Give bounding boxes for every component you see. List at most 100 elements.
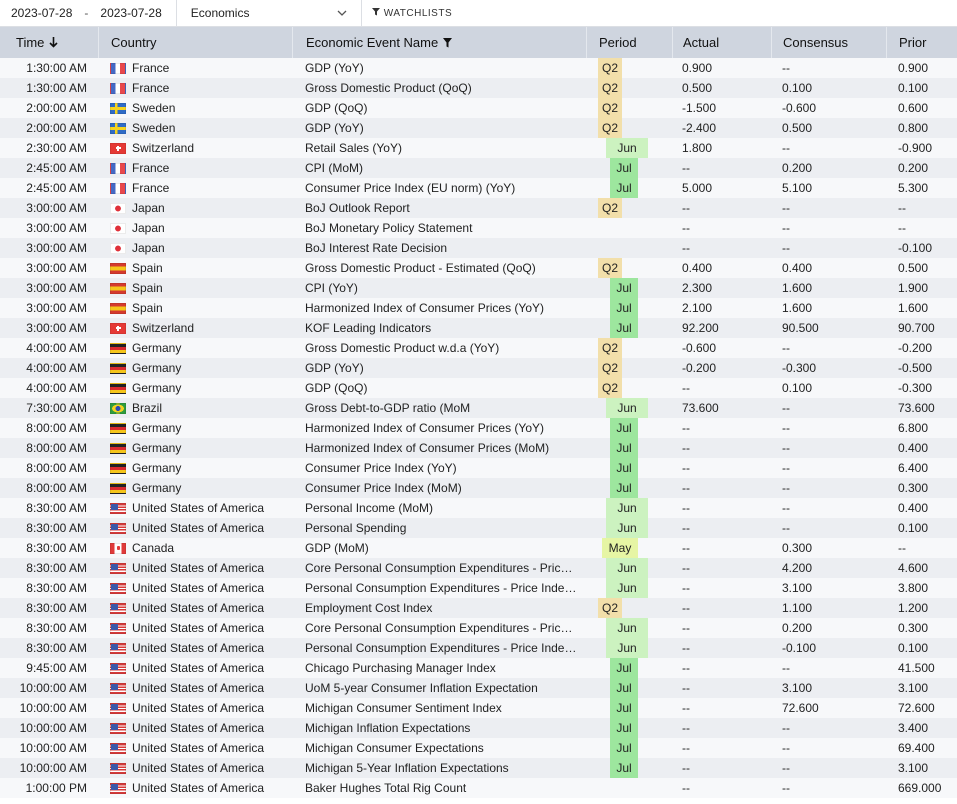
- table-row[interactable]: 3:00:00 AM Japan BoJ Monetary Policy State…: [0, 218, 957, 238]
- event-cell[interactable]: Michigan Inflation Expectations: [292, 718, 586, 738]
- table-row[interactable]: 8:00:00 AM Germany Consumer Price Index (Y…: [0, 458, 957, 478]
- table-row[interactable]: 9:45:00 AM United States of America Chicag…: [0, 658, 957, 678]
- time-cell: 3:00:00 AM: [0, 278, 98, 298]
- table-row[interactable]: 8:30:00 AM United States of America Person…: [0, 518, 957, 538]
- event-cell[interactable]: BoJ Interest Rate Decision: [292, 238, 586, 258]
- event-cell[interactable]: Chicago Purchasing Manager Index: [292, 658, 586, 678]
- event-cell[interactable]: Gross Domestic Product w.d.a (YoY): [292, 338, 586, 358]
- event-cell[interactable]: GDP (MoM): [292, 538, 586, 558]
- category-dropdown[interactable]: Economics: [177, 0, 361, 26]
- prior-cell: 0.600: [886, 98, 957, 118]
- table-row[interactable]: 1:30:00 AM France GDP (YoY) Q2 0.900 -- 0.900: [0, 58, 957, 78]
- table-row[interactable]: 8:30:00 AM United States of America Person…: [0, 498, 957, 518]
- event-cell[interactable]: UoM 5-year Consumer Inflation Expectatio…: [292, 678, 586, 698]
- consensus-value: 3.100: [782, 681, 813, 695]
- event-cell[interactable]: Harmonized Index of Consumer Prices (YoY…: [292, 418, 586, 438]
- filter-icon[interactable]: [443, 37, 453, 48]
- consensus-cell: --: [771, 438, 886, 458]
- event-cell[interactable]: GDP (YoY): [292, 58, 586, 78]
- prior-cell: 0.300: [886, 478, 957, 498]
- column-header-prior[interactable]: Prior: [886, 27, 957, 58]
- period-cell: [586, 778, 672, 798]
- event-cell[interactable]: Baker Hughes Total Rig Count: [292, 778, 586, 798]
- table-row[interactable]: 3:00:00 AM Spain Harmonized Index of Consu…: [0, 298, 957, 318]
- consensus-cell: 4.200: [771, 558, 886, 578]
- table-row[interactable]: 2:45:00 AM France Consumer Price Index (EU…: [0, 178, 957, 198]
- column-header-actual[interactable]: Actual: [672, 27, 771, 58]
- consensus-value: --: [782, 721, 790, 735]
- table-row[interactable]: 1:30:00 AM France Gross Domestic Product (…: [0, 78, 957, 98]
- table-row[interactable]: 8:00:00 AM Germany Harmonized Index of Con…: [0, 418, 957, 438]
- event-cell[interactable]: Personal Consumption Expenditures - Pric…: [292, 578, 586, 598]
- table-row[interactable]: 3:00:00 AM Japan BoJ Interest Rate Decisio…: [0, 238, 957, 258]
- table-row[interactable]: 3:00:00 AM Spain Gross Domestic Product - …: [0, 258, 957, 278]
- table-row[interactable]: 8:30:00 AM United States of America Core P…: [0, 618, 957, 638]
- table-row[interactable]: 3:00:00 AM Switzerland KOF Leading Indicat…: [0, 318, 957, 338]
- event-cell[interactable]: Michigan Consumer Sentiment Index: [292, 698, 586, 718]
- date-from[interactable]: 2023-07-28: [0, 6, 72, 20]
- table-row[interactable]: 2:30:00 AM Switzerland Retail Sales (YoY) J…: [0, 138, 957, 158]
- table-row[interactable]: 8:00:00 AM Germany Consumer Price Index (M…: [0, 478, 957, 498]
- table-row[interactable]: 10:00:00 AM United States of America Michi…: [0, 718, 957, 738]
- event-cell[interactable]: BoJ Outlook Report: [292, 198, 586, 218]
- event-cell[interactable]: GDP (QoQ): [292, 98, 586, 118]
- event-cell[interactable]: CPI (YoY): [292, 278, 586, 298]
- event-cell[interactable]: Retail Sales (YoY): [292, 138, 586, 158]
- table-row[interactable]: 10:00:00 AM United States of America UoM 5…: [0, 678, 957, 698]
- table-row[interactable]: 2:45:00 AM France CPI (MoM) Jul -- 0.200 0.200: [0, 158, 957, 178]
- table-row[interactable]: 2:00:00 AM Sweden GDP (YoY) Q2 -2.400 0.500 0.…: [0, 118, 957, 138]
- table-row[interactable]: 4:00:00 AM Germany GDP (QoQ) Q2 -- 0.100 -0.30…: [0, 378, 957, 398]
- table-row[interactable]: 8:00:00 AM Germany Harmonized Index of Con…: [0, 438, 957, 458]
- table-row[interactable]: 7:30:00 AM Brazil Gross Debt-to-GDP ratio …: [0, 398, 957, 418]
- event-cell[interactable]: Core Personal Consumption Expenditures -…: [292, 618, 586, 638]
- event-cell[interactable]: CPI (MoM): [292, 158, 586, 178]
- table-row[interactable]: 10:00:00 AM United States of America Michi…: [0, 698, 957, 718]
- prior-cell: 73.600: [886, 398, 957, 418]
- event-cell[interactable]: Michigan 5-Year Inflation Expectations: [292, 758, 586, 778]
- table-row[interactable]: 8:30:00 AM United States of America Person…: [0, 578, 957, 598]
- column-header-time[interactable]: Time: [0, 27, 98, 58]
- column-header-period[interactable]: Period: [586, 27, 672, 58]
- column-header-country[interactable]: Country: [98, 27, 292, 58]
- table-row[interactable]: 8:30:00 AM United States of America Person…: [0, 638, 957, 658]
- table-row[interactable]: 8:30:00 AM United States of America Employ…: [0, 598, 957, 618]
- event-cell[interactable]: Employment Cost Index: [292, 598, 586, 618]
- time-cell: 8:00:00 AM: [0, 438, 98, 458]
- prior-value: 0.100: [898, 81, 929, 95]
- event-cell[interactable]: Personal Income (MoM): [292, 498, 586, 518]
- event-cell[interactable]: Consumer Price Index (YoY): [292, 458, 586, 478]
- event-cell[interactable]: Harmonized Index of Consumer Prices (YoY…: [292, 298, 586, 318]
- event-cell[interactable]: Harmonized Index of Consumer Prices (MoM…: [292, 438, 586, 458]
- column-header-consensus[interactable]: Consensus: [771, 27, 886, 58]
- event-cell[interactable]: Core Personal Consumption Expenditures -…: [292, 558, 586, 578]
- table-row[interactable]: 8:30:00 AM United States of America Core P…: [0, 558, 957, 578]
- event-cell[interactable]: BoJ Monetary Policy Statement: [292, 218, 586, 238]
- table-row[interactable]: 3:00:00 AM Japan BoJ Outlook Report Q2 -- -- -…: [0, 198, 957, 218]
- event-cell[interactable]: Gross Domestic Product (QoQ): [292, 78, 586, 98]
- table-row[interactable]: 10:00:00 AM United States of America Michi…: [0, 758, 957, 778]
- watchlists-button[interactable]: WATCHLISTS: [362, 7, 452, 19]
- column-header-event[interactable]: Economic Event Name: [292, 27, 586, 58]
- date-to[interactable]: 2023-07-28: [100, 6, 175, 20]
- event-cell[interactable]: GDP (YoY): [292, 358, 586, 378]
- event-cell[interactable]: Consumer Price Index (MoM): [292, 478, 586, 498]
- table-row[interactable]: 3:00:00 AM Spain CPI (YoY) Jul 2.300 1.600 1.9…: [0, 278, 957, 298]
- event-cell[interactable]: KOF Leading Indicators: [292, 318, 586, 338]
- country-cell: Brazil: [98, 398, 292, 418]
- table-row[interactable]: 10:00:00 AM United States of America Michi…: [0, 738, 957, 758]
- table-row[interactable]: 2:00:00 AM Sweden GDP (QoQ) Q2 -1.500 -0.600 0…: [0, 98, 957, 118]
- event-cell[interactable]: GDP (YoY): [292, 118, 586, 138]
- event-cell[interactable]: GDP (QoQ): [292, 378, 586, 398]
- table-row[interactable]: 4:00:00 AM Germany GDP (YoY) Q2 -0.200 -0.300…: [0, 358, 957, 378]
- event-cell[interactable]: Gross Domestic Product - Estimated (QoQ): [292, 258, 586, 278]
- event-cell[interactable]: Gross Debt-to-GDP ratio (MoM: [292, 398, 586, 418]
- time-cell: 2:00:00 AM: [0, 118, 98, 138]
- table-row[interactable]: 1:00:00 PM United States of America Baker …: [0, 778, 957, 798]
- event-cell[interactable]: Consumer Price Index (EU norm) (YoY): [292, 178, 586, 198]
- period-badge: Q2: [598, 58, 623, 78]
- event-cell[interactable]: Personal Consumption Expenditures - Pric…: [292, 638, 586, 658]
- table-row[interactable]: 4:00:00 AM Germany Gross Domestic Product …: [0, 338, 957, 358]
- event-cell[interactable]: Michigan Consumer Expectations: [292, 738, 586, 758]
- table-row[interactable]: 8:30:00 AM Canada GDP (MoM) May -- 0.300 --: [0, 538, 957, 558]
- event-cell[interactable]: Personal Spending: [292, 518, 586, 538]
